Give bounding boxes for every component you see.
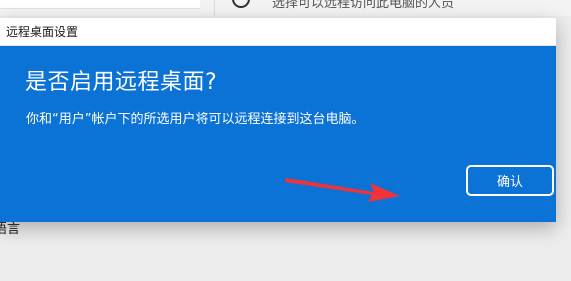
remote-desktop-dialog: 远程桌面设置 是否启用远程桌面? 你和“用户”帐户下的所选用户将可以远程连接到这…: [0, 18, 556, 222]
screen: 选择可以远程访问此电脑的人员 语言 远程桌面设置 是否启用远程桌面? 你和“用户…: [0, 0, 571, 281]
dialog-title: 远程桌面设置: [6, 25, 79, 39]
red-arrow-shape: [285, 178, 400, 202]
dialog-titlebar[interactable]: 远程桌面设置: [0, 18, 556, 46]
background-window-lower: [0, 222, 571, 281]
background-divider: [214, 0, 215, 16]
dialog-description: 你和“用户”帐户下的所选用户将可以远程连接到这台电脑。: [26, 112, 365, 127]
dialog-heading: 是否启用远程桌面?: [25, 70, 218, 95]
confirm-button[interactable]: 确认: [466, 165, 554, 196]
background-remote-users-text: 选择可以远程访问此电脑的人员: [272, 0, 455, 11]
red-arrow-icon: [285, 178, 400, 202]
background-card: [0, 0, 200, 9]
dialog-body: 是否启用远程桌面? 你和“用户”帐户下的所选用户将可以远程连接到这台电脑。 确认: [0, 46, 556, 222]
